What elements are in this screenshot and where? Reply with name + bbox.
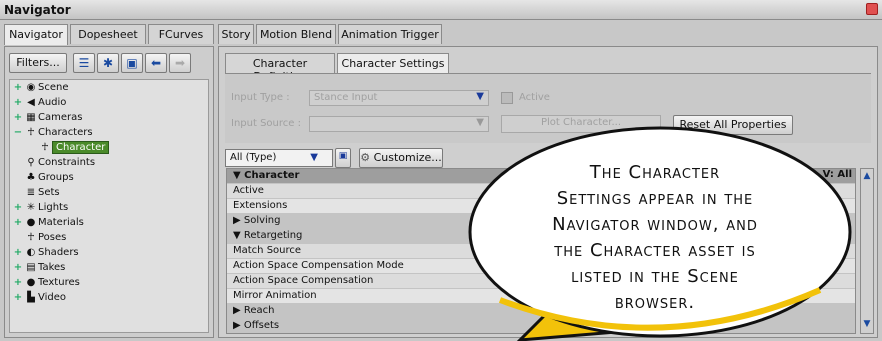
set-icon: ≣: [26, 187, 36, 198]
list-view-icon[interactable]: ☰: [73, 53, 95, 73]
tab-motion-blend[interactable]: Motion Blend: [256, 24, 336, 44]
scroll-up-icon[interactable]: ▲: [862, 171, 872, 183]
tree-item-sets[interactable]: ≣ Sets: [12, 187, 60, 200]
input-type-select[interactable]: Stance Input ▼: [309, 90, 489, 106]
chevron-down-icon: ▼: [476, 117, 484, 128]
pin-icon[interactable]: ✱: [97, 53, 119, 73]
tab-character-definition[interactable]: Character Definition: [225, 53, 335, 83]
properties-scrollbar[interactable]: ▲ ▼: [860, 168, 874, 334]
filters-toolbar: Filters... ☰ ✱ ▣ ⬅ ➡: [9, 53, 209, 75]
tree-item-video[interactable]: + ▙ Video: [12, 292, 66, 305]
input-type-label: Input Type :: [231, 92, 290, 103]
title-bar: Navigator: [0, 0, 882, 20]
close-icon[interactable]: [866, 3, 878, 15]
character-settings-form: Input Type : Stance Input ▼ Active Input…: [225, 73, 871, 143]
customize-button[interactable]: ⚙ Customize...: [359, 148, 443, 168]
scene-icon: ◉: [26, 82, 36, 93]
tree-item-takes[interactable]: + ▤ Takes: [12, 262, 66, 275]
tree-item-character[interactable]: ☥ Character: [26, 141, 110, 155]
tab-character-settings[interactable]: Character Settings: [337, 53, 449, 73]
tree-item-groups[interactable]: ♣ Groups: [12, 172, 74, 185]
tree-item-constraints[interactable]: ⚲ Constraints: [12, 157, 95, 170]
table-row[interactable]: ▶ Offsets: [227, 319, 855, 333]
lock-icon[interactable]: ▣: [121, 53, 143, 73]
tree-item-characters[interactable]: − ☥ Characters: [12, 127, 93, 140]
tree-item-lights[interactable]: + ✳ Lights: [12, 202, 68, 215]
callout-text: The Character Settings appear in the Nav…: [552, 162, 758, 313]
tree-item-audio[interactable]: + ◀ Audio: [12, 97, 67, 110]
tree-item-scene[interactable]: + ◉ Scene: [12, 82, 69, 95]
gear-icon: ⚙: [360, 151, 371, 164]
reset-all-properties-button[interactable]: Reset All Properties: [673, 115, 793, 135]
tree-item-shaders[interactable]: + ◐ Shaders: [12, 247, 79, 260]
character-icon: ☥: [27, 127, 35, 138]
filters-button[interactable]: Filters...: [9, 53, 67, 73]
lock-icon[interactable]: ▣: [335, 148, 351, 168]
audio-icon: ◀: [27, 97, 35, 108]
constraint-icon: ⚲: [27, 157, 35, 168]
tree-item-cameras[interactable]: + ▦ Cameras: [12, 112, 83, 125]
tab-dopesheet[interactable]: Dopesheet: [70, 24, 146, 44]
input-source-label: Input Source :: [231, 118, 301, 129]
shader-icon: ◐: [26, 247, 36, 258]
scene-tree: + ◉ Scene + ◀ Audio + ▦ Cameras − ☥ Characters ☥…: [9, 79, 209, 333]
light-icon: ✳: [26, 202, 36, 213]
input-source-select[interactable]: ▼: [309, 116, 489, 132]
pose-icon: ☥: [27, 232, 35, 243]
type-filter-select[interactable]: All (Type) ▼: [225, 149, 333, 167]
forward-arrow-icon[interactable]: ➡: [169, 53, 191, 73]
tree-item-textures[interactable]: + ● Textures: [12, 277, 80, 290]
material-icon: ●: [26, 217, 36, 228]
plot-character-button[interactable]: Plot Character...: [501, 115, 661, 133]
group-icon: ♣: [26, 172, 36, 183]
character-icon: ☥: [41, 142, 49, 153]
video-icon: ▙: [27, 292, 35, 303]
tab-animation-trigger[interactable]: Animation Trigger: [338, 24, 442, 44]
take-icon: ▤: [26, 262, 36, 273]
back-arrow-icon[interactable]: ⬅: [145, 53, 167, 73]
chevron-down-icon: ▼: [310, 152, 318, 163]
scene-browser-panel: Filters... ☰ ✱ ▣ ⬅ ➡ + ◉ Scene + ◀ Audio + ▦ C…: [4, 46, 214, 338]
visibility-filter-label: V: All: [822, 169, 852, 180]
window-title: Navigator: [4, 3, 71, 17]
active-checkbox[interactable]: [501, 92, 513, 104]
tab-fcurves[interactable]: FCurves: [148, 24, 214, 44]
active-label: Active: [519, 92, 550, 103]
tree-item-poses[interactable]: ☥ Poses: [12, 232, 66, 245]
tab-story[interactable]: Story: [218, 24, 254, 44]
texture-icon: ●: [26, 277, 36, 288]
tab-navigator[interactable]: Navigator: [4, 24, 68, 45]
chevron-down-icon: ▼: [476, 91, 484, 102]
camera-icon: ▦: [26, 112, 36, 123]
main-tabs: Navigator Dopesheet FCurves Story Motion…: [4, 24, 878, 45]
scroll-down-icon[interactable]: ▼: [862, 319, 872, 331]
tree-item-materials[interactable]: + ● Materials: [12, 217, 84, 230]
